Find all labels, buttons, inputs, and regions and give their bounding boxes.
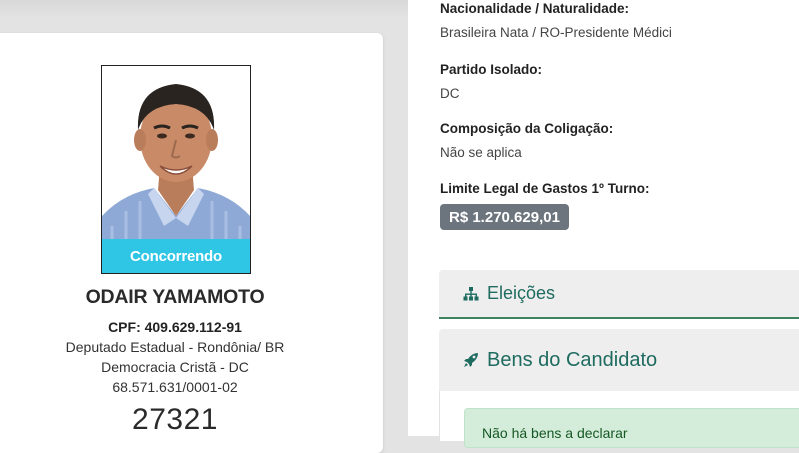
- rocket-icon: [463, 352, 479, 368]
- spending-limit-label: Limite Legal de Gastos 1º Turno:: [440, 181, 650, 196]
- page-background: [0, 0, 408, 18]
- candidate-office: Deputado Estadual - Rondônia/ BR: [65, 339, 285, 355]
- accordion-elections-label: Eleições: [487, 283, 556, 303]
- candidate-photo: Concorrendo: [101, 65, 251, 274]
- candidate-party: Democracia Cristã - DC: [101, 359, 249, 375]
- candidate-cnpj: 68.571.631/0001-02: [112, 379, 238, 395]
- nationality-value: Brasileira Nata / RO-Presidente Médici: [440, 25, 672, 40]
- candidate-number: 27321: [132, 403, 218, 436]
- accordion-elections[interactable]: Eleições: [439, 270, 799, 319]
- party-value: DC: [440, 86, 460, 101]
- nationality-label: Nacionalidade / Naturalidade:: [440, 1, 630, 16]
- assets-alert-text: Não há bens a declarar: [482, 425, 628, 441]
- coalition-label: Composição da Coligação:: [440, 121, 614, 136]
- candidate-name: ODAIR YAMAMOTO: [85, 286, 265, 308]
- status-banner: Concorrendo: [102, 239, 250, 273]
- accordion-assets[interactable]: Bens do Candidato: [439, 329, 799, 391]
- spending-limit-badge: R$ 1.270.629,01: [440, 204, 569, 230]
- assets-alert: Não há bens a declarar: [464, 408, 799, 448]
- accordion-assets-label: Bens do Candidato: [487, 348, 658, 371]
- coalition-value: Não se aplica: [440, 145, 522, 160]
- sitemap-icon: [463, 286, 479, 301]
- candidate-cpf: CPF: 409.629.112-91: [108, 319, 242, 335]
- party-label: Partido Isolado:: [440, 62, 543, 77]
